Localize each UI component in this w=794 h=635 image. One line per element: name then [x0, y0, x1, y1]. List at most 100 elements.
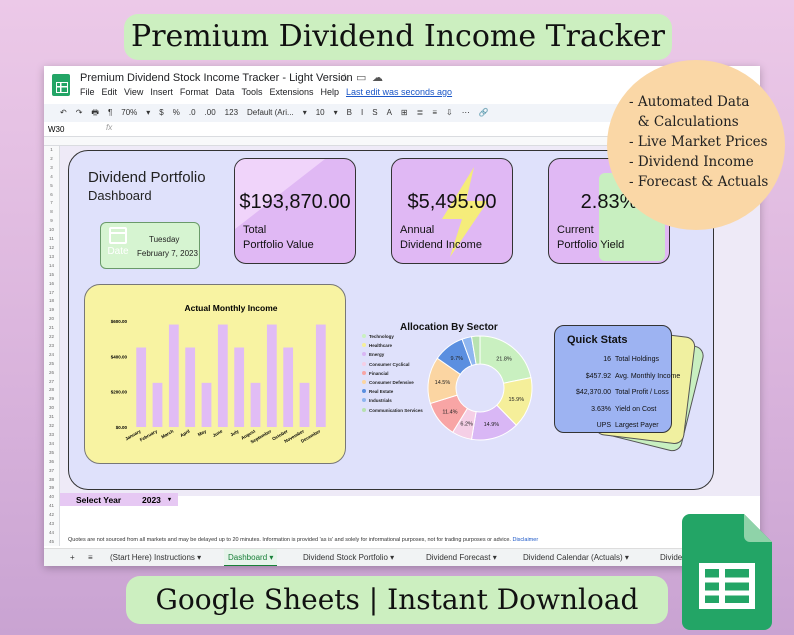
- date-box: Date Tuesday February 7, 2023: [100, 222, 200, 269]
- toolbar-item[interactable]: ▾: [146, 108, 150, 117]
- toolbar-item[interactable]: .0: [189, 108, 196, 117]
- toolbar-item[interactable]: B: [347, 108, 352, 117]
- toolbar-item[interactable]: 10: [316, 108, 325, 117]
- chevron-down-icon[interactable]: ▾: [168, 496, 171, 503]
- select-year-label: Select Year: [76, 495, 122, 505]
- toolbar-item[interactable]: Default (Ari...: [247, 108, 294, 117]
- legend-label: Financial: [369, 370, 389, 376]
- toolbar-item[interactable]: ¶: [108, 108, 112, 117]
- toolbar-item[interactable]: ↷: [76, 108, 83, 117]
- disclaimer-link[interactable]: Disclaimer: [512, 537, 538, 543]
- menu-item[interactable]: Extensions: [269, 87, 313, 97]
- chart-title: Actual Monthly Income: [184, 303, 277, 313]
- toolbar-item[interactable]: 123: [225, 108, 238, 117]
- row-headers[interactable]: 1 2 3 4 5 6 7 8 9 10 11 12 13 14 15 16 17 18 19 20 21 22 23 24 2…: [44, 146, 60, 546]
- toolbar-item[interactable]: ▾: [334, 108, 338, 117]
- all-sheets-button[interactable]: ≡: [84, 549, 97, 566]
- toolbar-item[interactable]: ⊞: [401, 108, 408, 117]
- disclaimer-text: Quotes are not sourced from all markets …: [68, 537, 539, 543]
- select-year-row[interactable]: Select Year 2023 ▾: [60, 493, 178, 506]
- card-value: $5,495.00: [407, 191, 497, 213]
- menu-item[interactable]: Edit: [102, 87, 118, 97]
- fx-icon: fx: [106, 123, 113, 132]
- toolbar-item[interactable]: $: [159, 108, 163, 117]
- sheet-tab[interactable]: Dividend Forecast ▾: [422, 549, 501, 566]
- menu-item[interactable]: Tools: [241, 87, 262, 97]
- quick-stat-label: Largest Payer: [615, 422, 659, 429]
- date-day: Tuesday: [149, 235, 180, 244]
- toolbar-item[interactable]: 70%: [121, 108, 137, 117]
- promo-title-banner: Premium Dividend Income Tracker: [124, 14, 672, 60]
- feature-item: - Automated Data: [629, 94, 750, 110]
- move-folder-icon[interactable]: ▭: [356, 71, 366, 84]
- toolbar-item[interactable]: S: [372, 108, 377, 117]
- document-title[interactable]: Premium Dividend Stock Income Tracker - …: [80, 72, 353, 84]
- sheet-tab[interactable]: (Start Here) Instructions ▾: [106, 549, 205, 566]
- toolbar-item[interactable]: A: [387, 108, 392, 117]
- legend-label: Energy: [369, 352, 385, 358]
- toolbar-item[interactable]: ⇩: [446, 108, 453, 117]
- slice-label: 15.9%: [509, 397, 525, 403]
- feature-item: - Dividend Income: [629, 154, 754, 170]
- quick-stat-value: 16: [603, 356, 611, 363]
- name-box[interactable]: W30: [48, 125, 64, 134]
- bar: [234, 347, 245, 427]
- menu-bar: File Edit View Insert Format Data Tools Extensi…: [80, 87, 459, 97]
- quick-stat-row: 16 Total Holdings: [555, 356, 673, 372]
- annual-income-card: $5,495.00 Annual Dividend Income: [391, 158, 513, 264]
- sector-donut-chart: 21.8% 15.9% 14.9% 6.2% 11.4% 14.5% 9.7%: [427, 335, 533, 441]
- legend-label: Communication Services: [369, 407, 423, 413]
- legend-label: Industrials: [369, 398, 392, 404]
- bar: [201, 382, 212, 427]
- quick-stat-value: $42,370.00: [575, 389, 611, 396]
- dashboard-title-line2: Dashboard: [88, 188, 152, 203]
- sheet-tab[interactable]: Dashboard ▾: [224, 549, 278, 566]
- bar: [283, 347, 294, 427]
- feature-item: - Live Market Prices: [629, 134, 768, 150]
- features-bubble: - Automated Data & Calculations - Live Ma…: [607, 60, 785, 230]
- menu-item[interactable]: File: [80, 87, 95, 97]
- legend-swatch: [362, 361, 366, 366]
- quick-stats-card: Quick Stats 16 Total Holdings $457.92 Avg. …: [554, 325, 680, 433]
- slice-label: 14.9%: [484, 422, 500, 428]
- legend-swatch: [362, 379, 366, 384]
- toolbar-item[interactable]: %: [173, 108, 180, 117]
- cloud-status-icon[interactable]: ☁: [372, 71, 383, 84]
- toolbar-item[interactable]: I: [361, 108, 363, 117]
- toolbar-item[interactable]: 🔗: [479, 108, 489, 117]
- select-year-dropdown[interactable]: 2023: [142, 495, 161, 505]
- bar: [299, 382, 310, 427]
- x-tick-label: February: [139, 428, 159, 442]
- add-sheet-button[interactable]: +: [66, 549, 79, 566]
- toolbar-item[interactable]: ↶: [60, 108, 67, 117]
- toolbar-item[interactable]: ▾: [303, 108, 307, 117]
- legend-swatch: [362, 352, 366, 357]
- menu-item[interactable]: Data: [215, 87, 234, 97]
- slice-label: 6.2%: [460, 422, 473, 428]
- last-edit-link[interactable]: Last edit was seconds ago: [346, 87, 452, 97]
- feature-item: - Forecast & Actuals: [629, 174, 769, 190]
- menu-item[interactable]: Insert: [150, 87, 173, 97]
- star-icon[interactable]: ☆: [340, 71, 350, 84]
- toolbar-item[interactable]: 🖶: [91, 108, 99, 117]
- toolbar-item[interactable]: ⋯: [462, 108, 470, 117]
- bar: [250, 382, 261, 427]
- quick-stat-label: Total Profit / Loss: [615, 389, 669, 396]
- legend-label: Healthcare: [369, 343, 393, 349]
- google-sheets-icon[interactable]: [52, 74, 70, 96]
- menu-item[interactable]: Format: [180, 87, 209, 97]
- card-value: $193,870.00: [239, 191, 351, 213]
- quick-stat-label: Avg. Monthly Income: [615, 372, 681, 380]
- legend-label: Real Estate: [369, 389, 394, 395]
- menu-item[interactable]: Help: [320, 87, 339, 97]
- toolbar-item[interactable]: .00: [205, 108, 216, 117]
- x-tick-label: July: [229, 428, 240, 437]
- sheet-tab[interactable]: Dividend Calendar (Actuals) ▾: [519, 549, 633, 566]
- dashboard-title-line1: Dividend Portfolio: [88, 169, 206, 186]
- sheet-tab[interactable]: Dividend Stock Portfolio ▾: [299, 549, 398, 566]
- bar: [266, 324, 277, 427]
- toolbar-item[interactable]: ≣: [417, 108, 424, 117]
- bar: [168, 324, 179, 427]
- menu-item[interactable]: View: [124, 87, 143, 97]
- toolbar-item[interactable]: ≡: [432, 108, 437, 117]
